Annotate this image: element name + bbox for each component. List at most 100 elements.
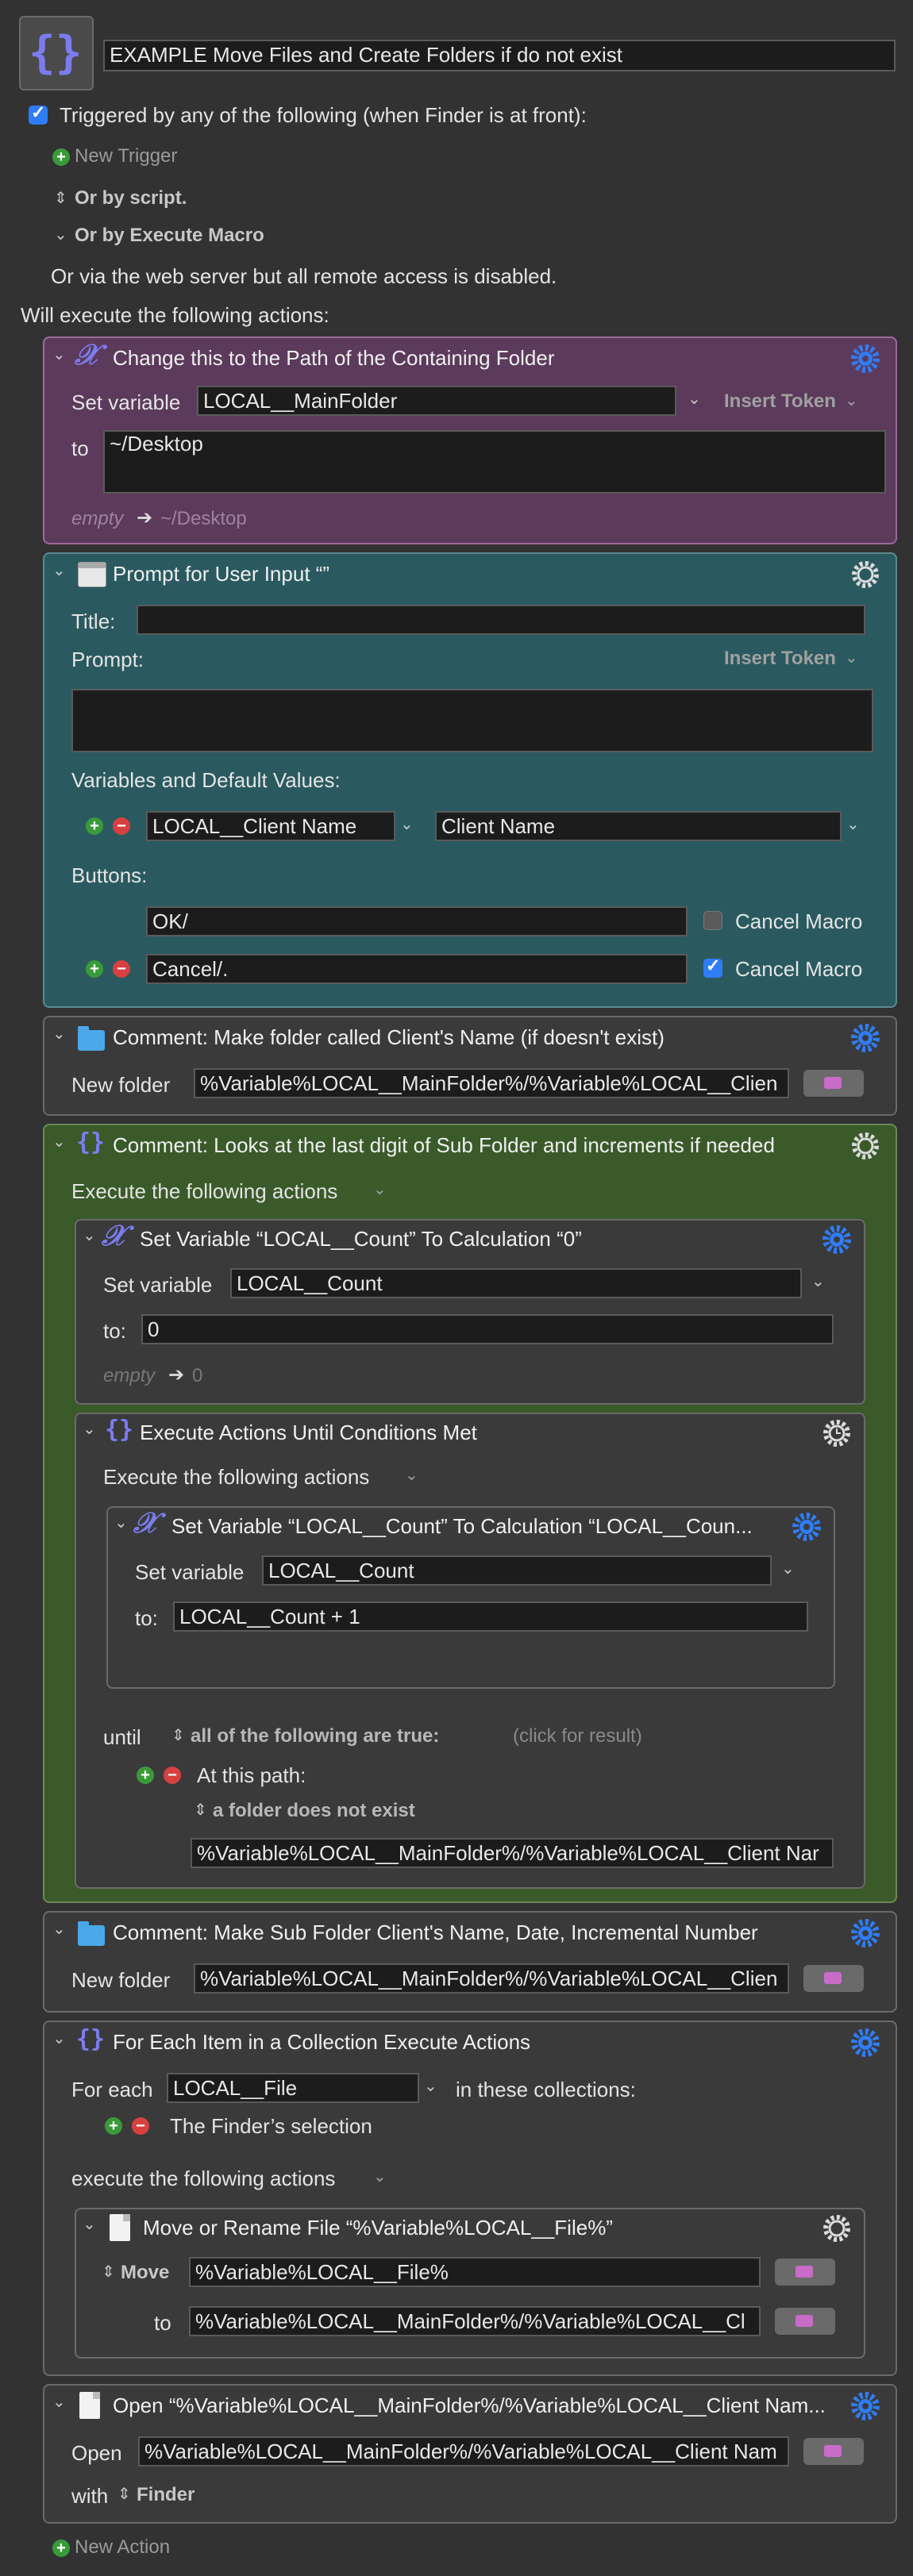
triggered-checkbox[interactable] (29, 102, 48, 125)
action-title[interactable]: Set Variable “LOCAL__Count” To Calculati… (171, 1514, 753, 1539)
gear-icon[interactable] (849, 343, 881, 375)
action-title[interactable]: Move or Rename File “%Variable%LOCAL__Fi… (143, 2216, 613, 2240)
gear-icon[interactable] (821, 1224, 853, 1255)
new-action-button[interactable]: New Action (75, 2536, 170, 2559)
value-field[interactable]: LOCAL__Count + 1 (173, 1601, 808, 1632)
chevron-down-icon[interactable]: ⌄ (688, 389, 701, 409)
value-field[interactable]: 0 (141, 1314, 834, 1344)
folder-condition[interactable]: a folder does not exist (213, 1800, 415, 1822)
or-by-execute-macro[interactable]: Or by Execute Macro (75, 225, 264, 247)
or-by-script[interactable]: Or by script. (75, 187, 187, 210)
insert-token-icon[interactable] (803, 1965, 864, 1992)
chevron-down-icon[interactable]: ⌄ (114, 1513, 128, 1532)
remove-variable-icon[interactable]: − (113, 817, 130, 835)
insert-token-icon[interactable] (775, 2259, 835, 2286)
chevron-down-icon[interactable]: ⌄ (405, 1465, 418, 1485)
new-trigger-button[interactable]: New Trigger (75, 145, 177, 167)
action-title[interactable]: Set Variable “LOCAL__Count” To Calculati… (140, 1227, 582, 1251)
chevron-down-icon[interactable]: ⌄ (424, 2076, 437, 2096)
default-value-field[interactable]: Client Name (435, 811, 842, 841)
button2-field[interactable]: Cancel/. (146, 954, 688, 984)
variable-name-field[interactable]: LOCAL__Client Name (146, 811, 395, 841)
insert-token-icon[interactable] (775, 2308, 835, 2335)
value-field[interactable]: ~/Desktop (103, 430, 886, 494)
add-variable-icon[interactable]: + (86, 817, 103, 835)
gear-icon[interactable] (849, 1130, 881, 1162)
chevron-down-icon[interactable]: ⌄ (52, 1024, 66, 1044)
chevron-down-icon[interactable]: ⌄ (54, 225, 67, 244)
open-path-field[interactable]: %Variable%LOCAL__MainFolder%/%Variable%L… (138, 2436, 789, 2466)
gear-icon[interactable] (821, 2213, 853, 2244)
chevron-down-icon[interactable]: ⌄ (83, 1225, 96, 1245)
source-path-field[interactable]: %Variable%LOCAL__File% (189, 2257, 761, 2287)
action-title[interactable]: Prompt for User Input “” (113, 562, 329, 586)
app-selector[interactable]: Finder (137, 2484, 195, 2506)
button1-field[interactable]: OK/ (146, 906, 688, 936)
condition-path-field[interactable]: %Variable%LOCAL__MainFolder%/%Variable%L… (191, 1838, 834, 1868)
chevron-down-icon[interactable]: ⌄ (811, 1271, 825, 1291)
gear-icon[interactable] (849, 559, 881, 590)
action-until-loop[interactable]: ⌄ {} Execute Actions Until Conditions Me… (75, 1413, 865, 1889)
chevron-down-icon[interactable]: ⌄ (52, 1132, 66, 1152)
new-trigger-plus-icon[interactable]: + (52, 148, 70, 166)
action-move-file[interactable]: ⌄ Move or Rename File “%Variable%LOCAL__… (75, 2208, 865, 2359)
action-title[interactable]: Comment: Make Sub Folder Client's Name, … (113, 1920, 758, 1945)
variable-name-field[interactable]: LOCAL__Count (262, 1555, 772, 1586)
chevron-down-icon[interactable]: ⌄ (845, 648, 858, 667)
add-collection-icon[interactable]: + (105, 2117, 122, 2135)
move-label[interactable]: Move (121, 2262, 169, 2284)
add-condition-icon[interactable]: + (137, 1767, 154, 1784)
insert-token-icon[interactable] (803, 1070, 864, 1097)
chevron-down-icon[interactable]: ⌄ (52, 2028, 66, 2048)
insert-token-button[interactable]: Insert Token (724, 648, 836, 670)
chevron-down-icon[interactable]: ⌄ (846, 814, 860, 834)
chevron-down-icon[interactable]: ⌄ (373, 2167, 387, 2186)
action-for-each[interactable]: ⌄ {} For Each Item in a Collection Execu… (43, 2020, 897, 2376)
action-title[interactable]: Execute Actions Until Conditions Met (140, 1421, 477, 1445)
click-for-result[interactable]: (click for result) (513, 1725, 642, 1747)
add-button-icon[interactable]: + (86, 960, 103, 978)
folder-path-field[interactable]: %Variable%LOCAL__MainFolder%/%Variable%L… (194, 1963, 789, 1994)
cancel-macro-checkbox-2[interactable] (703, 955, 722, 978)
dest-path-field[interactable]: %Variable%LOCAL__MainFolder%/%Variable%L… (189, 2306, 761, 2336)
remove-collection-icon[interactable]: − (132, 2117, 149, 2135)
action-title[interactable]: Comment: Looks at the last digit of Sub … (113, 1133, 775, 1158)
chevron-down-icon[interactable]: ⌄ (83, 2214, 96, 2234)
macro-title-field[interactable]: EXAMPLE Move Files and Create Folders if… (103, 40, 896, 71)
chevron-down-icon[interactable]: ⌄ (52, 344, 66, 364)
gear-icon[interactable] (849, 2390, 881, 2422)
collection-item[interactable]: The Finder’s selection (170, 2114, 372, 2139)
action-title[interactable]: Open “%Variable%LOCAL__MainFolder%/%Vari… (113, 2393, 826, 2418)
action-set-variable-mainfolder[interactable]: ⌄ 𝒳 Change this to the Path of the Conta… (43, 336, 897, 544)
prompt-title-field[interactable] (137, 605, 865, 635)
gear-icon[interactable] (849, 2027, 881, 2059)
chevron-down-icon[interactable]: ⌄ (845, 390, 858, 410)
gear-clock-icon[interactable] (821, 1417, 853, 1449)
prompt-text-field[interactable] (71, 689, 873, 752)
new-action-plus-icon[interactable]: + (52, 2539, 70, 2557)
chevron-down-icon[interactable]: ⌄ (52, 2392, 66, 2412)
chevron-down-icon[interactable]: ⌄ (52, 1919, 66, 1939)
action-title[interactable]: Comment: Make folder called Client's Nam… (113, 1025, 665, 1050)
action-prompt-user-input[interactable]: ⌄ Prompt for User Input “” Title: Prompt… (43, 552, 897, 1008)
variable-name-field[interactable]: LOCAL__Count (230, 1268, 802, 1298)
chevron-down-icon[interactable]: ⌄ (52, 560, 66, 580)
action-open-file[interactable]: ⌄ Open “%Variable%LOCAL__MainFolder%/%Va… (43, 2384, 897, 2524)
action-title[interactable]: For Each Item in a Collection Execute Ac… (113, 2030, 530, 2055)
action-title[interactable]: Change this to the Path of the Containin… (113, 346, 554, 371)
action-increment-count[interactable]: ⌄ 𝒳 Set Variable “LOCAL__Count” To Calcu… (106, 1506, 835, 1689)
gear-icon[interactable] (849, 1022, 881, 1054)
remove-button-icon[interactable]: − (113, 960, 130, 978)
insert-token-button[interactable]: Insert Token (724, 390, 836, 413)
action-set-count-zero[interactable]: ⌄ 𝒳 Set Variable “LOCAL__Count” To Calcu… (75, 1219, 865, 1405)
action-new-folder-client[interactable]: ⌄ Comment: Make folder called Client's N… (43, 1016, 897, 1116)
action-new-subfolder[interactable]: ⌄ Comment: Make Sub Folder Client's Name… (43, 1911, 897, 2013)
variable-name-field[interactable]: LOCAL__MainFolder (197, 386, 676, 416)
macro-icon[interactable]: {} (19, 16, 94, 90)
chevron-down-icon[interactable]: ⌄ (400, 814, 414, 834)
variable-name-field[interactable]: LOCAL__File (167, 2073, 419, 2103)
gear-icon[interactable] (791, 1511, 822, 1543)
insert-token-icon[interactable] (803, 2438, 864, 2465)
remove-condition-icon[interactable]: − (164, 1767, 181, 1784)
chevron-down-icon[interactable]: ⌄ (83, 1419, 96, 1439)
